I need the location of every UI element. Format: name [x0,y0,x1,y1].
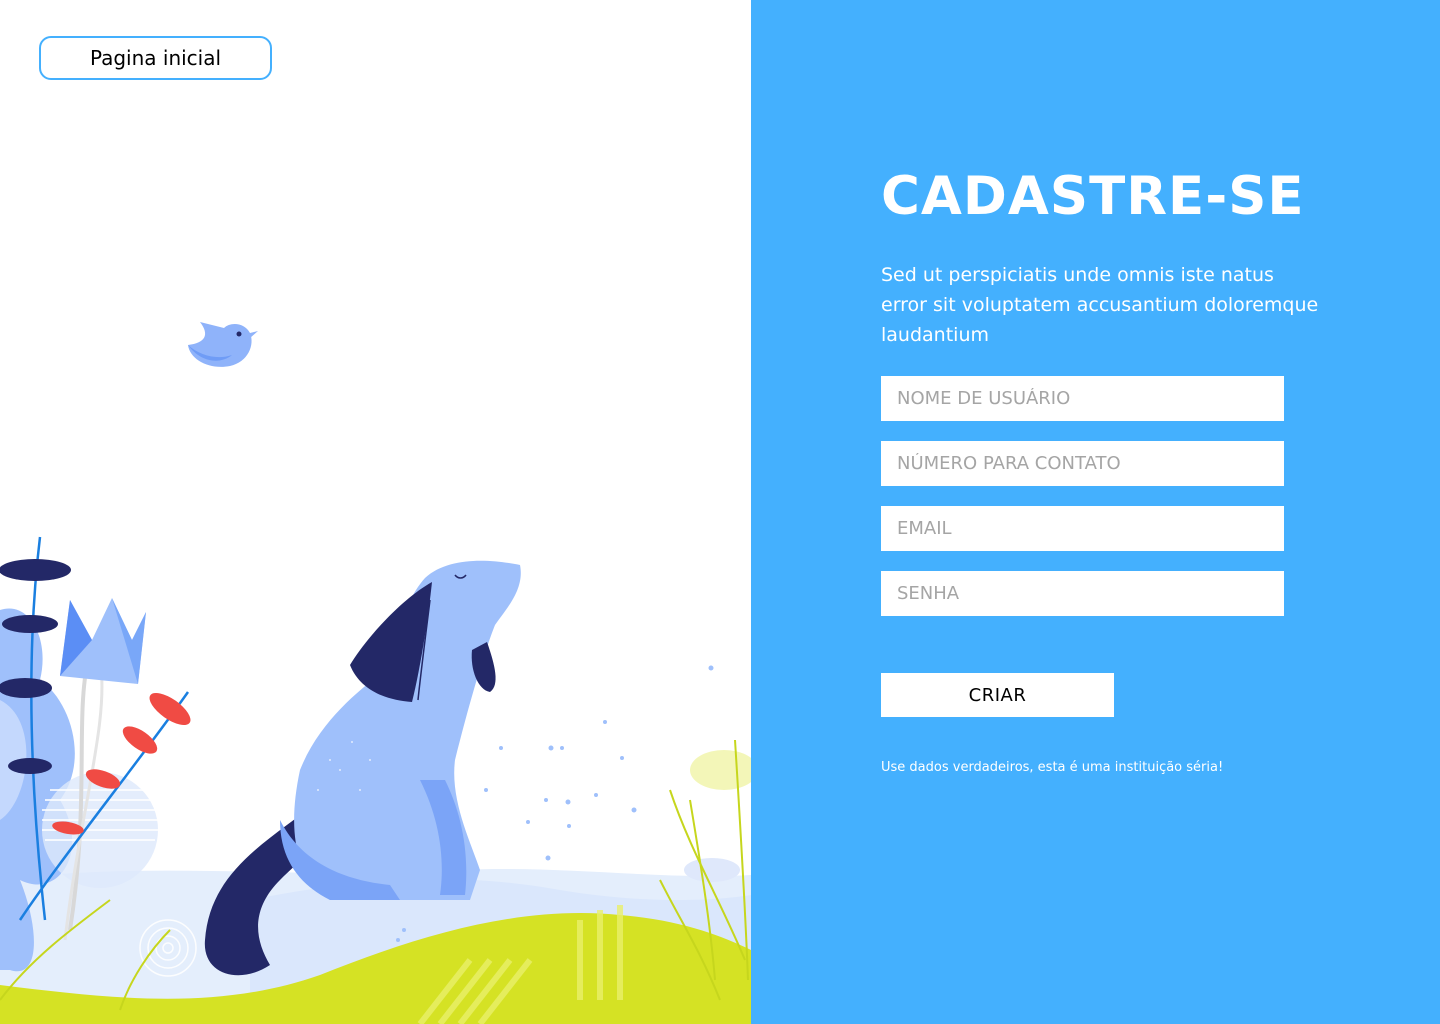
dog-illustration [0,322,751,1024]
password-input[interactable] [881,571,1284,616]
page-title: CADASTRE-SE [881,166,1305,227]
signup-panel: CADASTRE-SE Sed ut perspiciatis unde omn… [751,0,1440,1024]
notice-text: Use dados verdadeiros, esta é uma instit… [881,760,1224,775]
illustration-panel: Pagina inicial [0,0,751,1024]
email-input[interactable] [881,506,1284,551]
username-input[interactable] [881,376,1284,421]
subtitle: Sed ut perspiciatis unde omnis iste natu… [881,264,1319,346]
phone-input[interactable] [881,441,1284,486]
create-account-button[interactable]: CRIAR [881,673,1114,717]
